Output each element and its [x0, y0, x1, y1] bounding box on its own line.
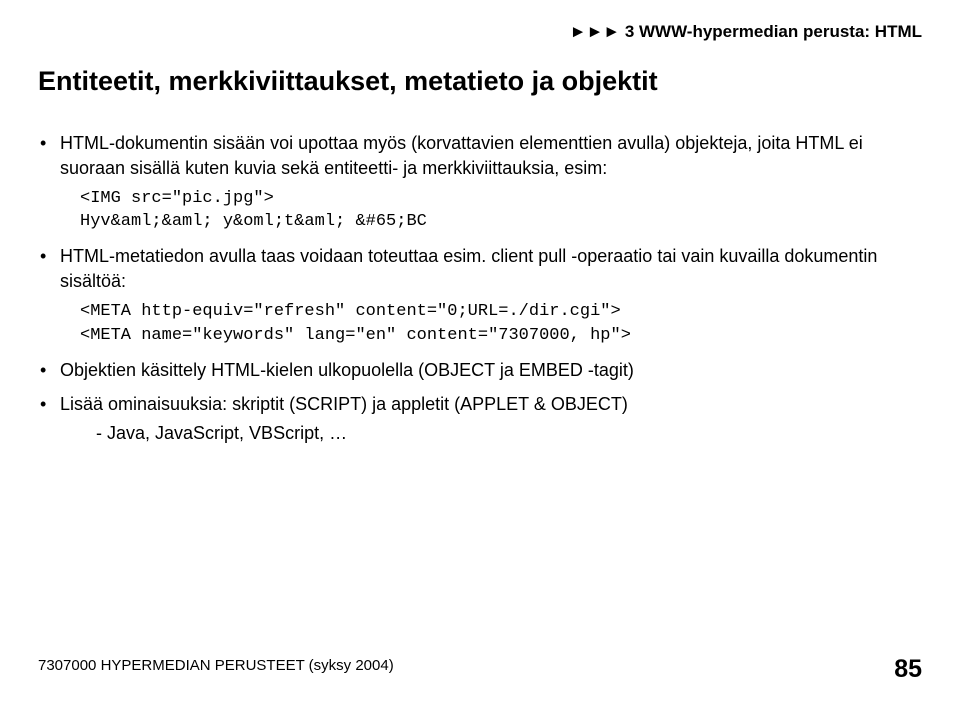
bullet-text: HTML-metatiedon avulla taas voidaan tote… [60, 246, 877, 291]
code-block: <META http-equiv="refresh" content="0;UR… [80, 300, 922, 348]
code-block: <IMG src="pic.jpg"> Hyv&aml;&aml; y&oml;… [80, 187, 922, 235]
bullet-list: HTML-dokumentin sisään voi upottaa myös … [38, 131, 922, 446]
code-line: <IMG src="pic.jpg"> [80, 189, 274, 208]
breadcrumb: ►►► 3 WWW-hypermedian perusta: HTML [570, 22, 922, 42]
footer: 7307000 HYPERMEDIAN PERUSTEET (syksy 200… [38, 657, 922, 682]
bullet-text: HTML-dokumentin sisään voi upottaa myös … [60, 133, 863, 178]
footer-text: 7307000 HYPERMEDIAN PERUSTEET (syksy 200… [38, 657, 394, 674]
bullet-text: Objektien käsittely HTML-kielen ulkopuol… [60, 360, 634, 380]
page-title: Entiteetit, merkkiviittaukset, metatieto… [38, 66, 922, 97]
page-number: 85 [894, 657, 922, 682]
code-line: <META http-equiv="refresh" content="0;UR… [80, 302, 621, 321]
list-item: HTML-metatiedon avulla taas voidaan tote… [40, 244, 922, 347]
sub-item: - Java, JavaScript, VBScript, … [96, 421, 922, 446]
code-line: <META name="keywords" lang="en" content=… [80, 326, 631, 345]
bullet-text: Lisää ominaisuuksia: skriptit (SCRIPT) j… [60, 394, 628, 414]
list-item: Lisää ominaisuuksia: skriptit (SCRIPT) j… [40, 392, 922, 446]
list-item: HTML-dokumentin sisään voi upottaa myös … [40, 131, 922, 234]
list-item: Objektien käsittely HTML-kielen ulkopuol… [40, 358, 922, 383]
code-line: Hyv&aml;&aml; y&oml;t&aml; &#65;BC [80, 212, 427, 231]
